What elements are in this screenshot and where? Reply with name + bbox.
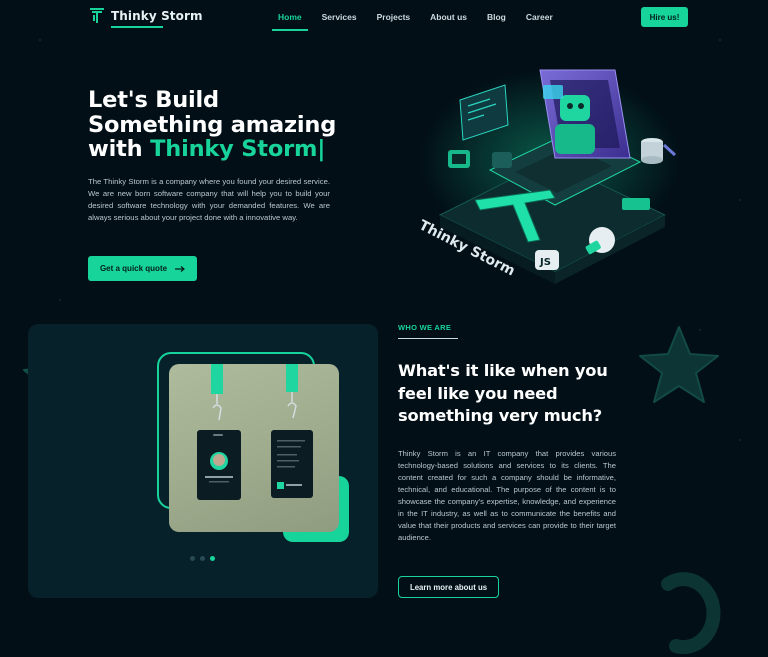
nav-link-projects[interactable]: Projects bbox=[371, 0, 417, 31]
brand-name: Thinky Storm bbox=[111, 9, 203, 23]
hero-description: The Thinky Storm is a company where you … bbox=[88, 177, 330, 222]
brand-underline bbox=[111, 26, 163, 28]
hero-title-line-3-prefix: with bbox=[88, 136, 151, 162]
nav-link-home[interactable]: Home bbox=[272, 0, 308, 31]
about-description: Thinky Storm is an IT company that provi… bbox=[398, 449, 616, 542]
hero-title-accent: Thinky Storm| bbox=[150, 136, 326, 162]
carousel-dot-1[interactable] bbox=[190, 556, 195, 561]
carousel-dot-3-active[interactable] bbox=[210, 556, 215, 561]
ring-decoration-right bbox=[661, 572, 721, 654]
hero-title-line-2: Something amazing bbox=[88, 111, 337, 138]
brand-logo[interactable]: Thinky Storm bbox=[89, 7, 203, 28]
learn-more-button[interactable]: Learn more about us bbox=[398, 576, 499, 598]
nav-link-career[interactable]: Career bbox=[520, 0, 559, 31]
hire-us-button[interactable]: Hire us! bbox=[641, 7, 688, 27]
id-cards-photo bbox=[169, 364, 339, 532]
main-menu: Home Services Projects About us Blog Car… bbox=[272, 0, 567, 31]
nav-link-services[interactable]: Services bbox=[316, 0, 363, 31]
carousel-indicators bbox=[190, 556, 215, 561]
about-title: What's it like when you feel like you ne… bbox=[398, 361, 608, 425]
nav-link-about-us[interactable]: About us bbox=[424, 0, 473, 31]
get-quote-label: Get a quick quote bbox=[99, 264, 168, 273]
js-badge-text: JS bbox=[539, 257, 551, 268]
carousel-dot-2[interactable] bbox=[200, 556, 205, 561]
section-eyebrow: WHO WE ARE bbox=[398, 323, 452, 332]
id-badges-image bbox=[197, 364, 313, 500]
get-quote-button[interactable]: Get a quick quote bbox=[88, 256, 197, 281]
arrow-right-icon bbox=[175, 265, 185, 272]
eyebrow-underline bbox=[398, 338, 458, 339]
top-navigation: Thinky Storm Home Services Projects Abou… bbox=[0, 0, 768, 36]
isometric-tech-illustration: Thinky Storm JS bbox=[416, 69, 680, 284]
hero-title: Let's Build Something amazing with Think… bbox=[88, 88, 358, 162]
hero-title-line-1: Let's Build bbox=[88, 87, 219, 113]
nav-link-blog[interactable]: Blog bbox=[481, 0, 512, 31]
star-decoration-right bbox=[639, 326, 719, 403]
thinky-storm-logo-icon bbox=[90, 8, 104, 23]
